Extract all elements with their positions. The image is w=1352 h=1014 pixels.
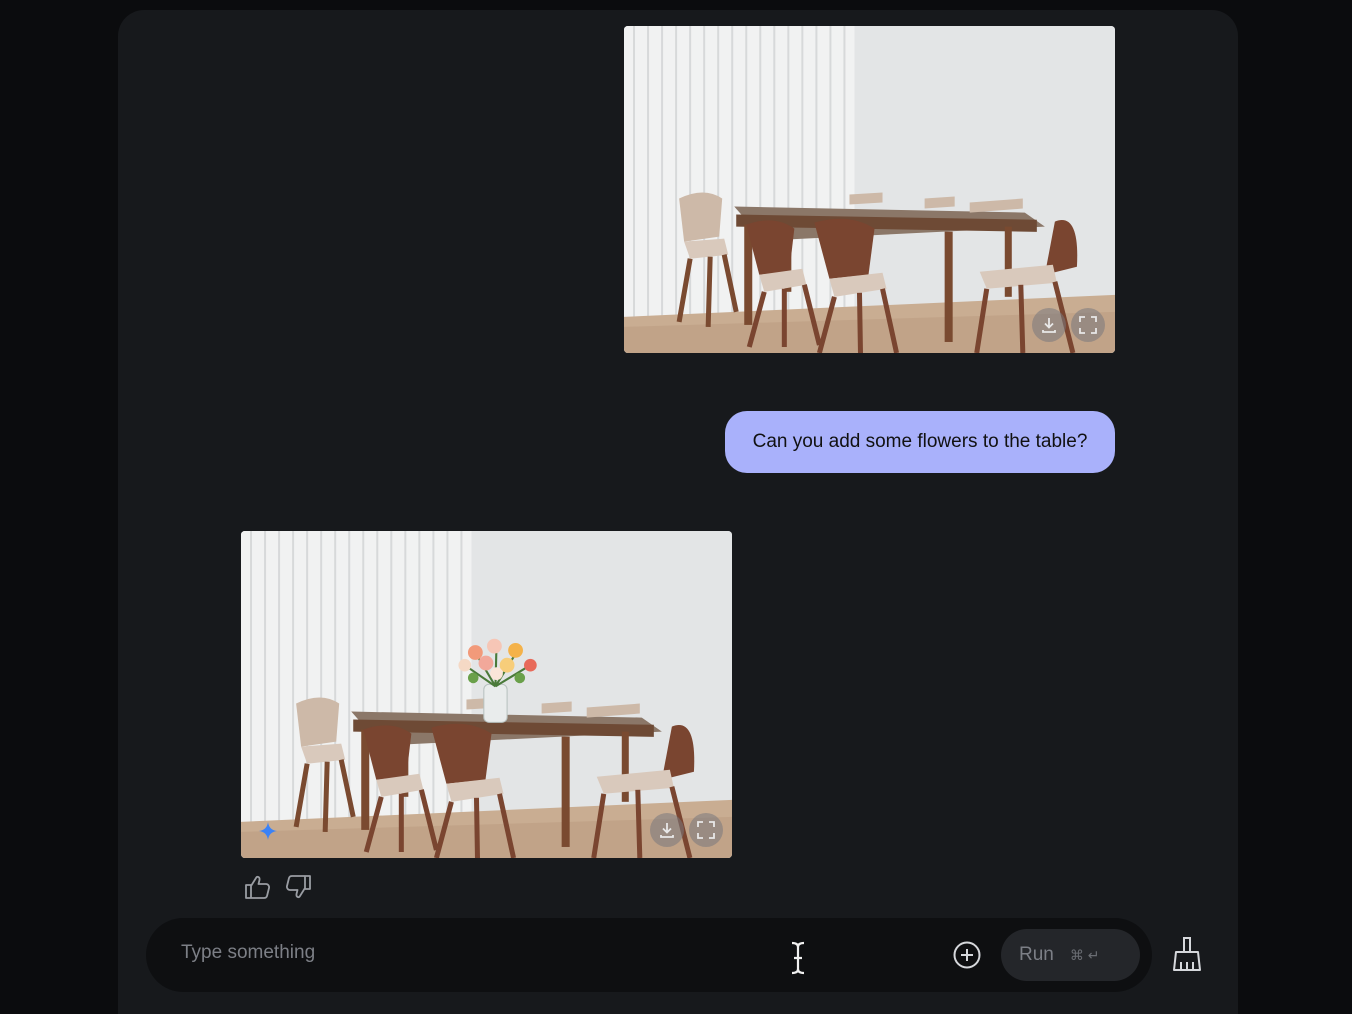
fullscreen-button[interactable] (689, 813, 723, 847)
fullscreen-icon (1079, 316, 1097, 334)
broom-icon[interactable] (1170, 936, 1204, 974)
prompt-input[interactable]: Type something (181, 942, 315, 964)
download-icon (1042, 318, 1056, 333)
download-button[interactable] (1032, 308, 1066, 342)
add-circle-icon[interactable] (951, 939, 983, 971)
run-label: Run (1019, 944, 1054, 965)
download-button[interactable] (650, 813, 684, 847)
generated-image[interactable] (241, 531, 732, 858)
user-message-bubble: Can you add some flowers to the table? (725, 411, 1115, 473)
run-button[interactable]: Run ⌘ ↵ (1001, 929, 1140, 981)
run-shortcut: ⌘ ↵ (1069, 946, 1100, 963)
thumbs-down-icon[interactable] (284, 874, 312, 900)
sparkle-icon (259, 822, 277, 840)
user-uploaded-image[interactable] (624, 26, 1115, 353)
fullscreen-button[interactable] (1071, 308, 1105, 342)
text-cursor-icon (791, 941, 805, 975)
thumbs-up-icon[interactable] (244, 874, 272, 900)
fullscreen-icon (697, 821, 715, 839)
prompt-input-bar: Type something Run ⌘ ↵ (146, 918, 1152, 992)
download-icon (660, 823, 674, 838)
